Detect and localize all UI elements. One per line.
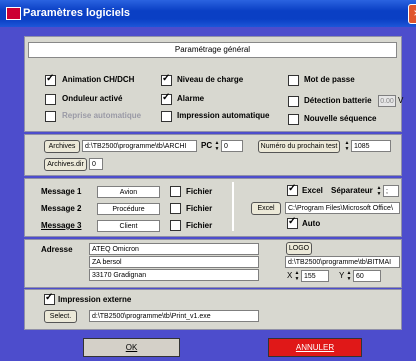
close-button[interactable]: × (408, 4, 416, 24)
next-test-spinner-icon[interactable]: ▲ ▼ (344, 140, 350, 152)
excel-label: Excel (302, 186, 323, 195)
nouvelle-sequence-checkbox[interactable] (288, 114, 299, 125)
address-line-2[interactable]: ZA bersol (89, 256, 259, 268)
reprise-checkbox[interactable] (45, 111, 56, 122)
cancel-button[interactable]: ANNULER (268, 338, 362, 357)
message-1-fichier-checkbox[interactable] (170, 186, 181, 197)
message-2-fichier-label: Fichier (186, 204, 213, 213)
logo-path-field[interactable]: d:\TB2500\programme\tb\BITMAI (285, 256, 400, 268)
message-3-field[interactable]: Client (97, 220, 160, 232)
archives-button[interactable]: Archives (44, 140, 80, 153)
message-1-field[interactable]: Avion (97, 186, 160, 198)
detection-checkbox[interactable] (288, 96, 299, 107)
archives-dir-button[interactable]: Archives.dir (44, 158, 87, 171)
alarme-label: Alarme (177, 94, 205, 103)
address-line-3[interactable]: 33170 Gradignan (89, 269, 259, 281)
x-field[interactable]: 155 (301, 270, 329, 282)
animation-checkbox[interactable] (45, 73, 56, 86)
mot-de-passe-label: Mot de passe (304, 75, 355, 84)
separator-label: Séparateur (331, 186, 373, 195)
y-label: Y (339, 271, 345, 280)
niveau-label: Niveau de charge (177, 75, 244, 84)
auto-checkbox[interactable] (287, 216, 298, 229)
message-1-label: Message 1 (41, 187, 82, 196)
message-2-label: Message 2 (41, 204, 82, 213)
message-3-label: Message 3 (41, 221, 81, 230)
pc-label: PC (201, 141, 213, 150)
message-2-field[interactable]: Procédure (97, 203, 160, 215)
message-3-label-text: Message 3 (41, 221, 82, 230)
app-icon (6, 7, 21, 20)
message-3-fichier-label: Fichier (186, 221, 213, 230)
impression-auto-checkbox[interactable] (161, 111, 172, 122)
settings-window: Paramètres logiciels × Paramétrage génér… (0, 0, 416, 361)
message-1-fichier-label: Fichier (186, 187, 213, 196)
x-spinner-icon[interactable]: ▲ ▼ (294, 270, 300, 282)
logo-button[interactable]: LOGO (286, 242, 312, 255)
title-bar: Paramètres logiciels × (0, 0, 416, 27)
pc-spinner-icon[interactable]: ▲ ▼ (214, 140, 220, 152)
niveau-checkbox[interactable] (161, 73, 172, 86)
animation-label: Animation CH/DCH (62, 75, 135, 84)
message-3-fichier-checkbox[interactable] (170, 220, 181, 231)
alarme-checkbox[interactable] (161, 92, 172, 105)
select-button[interactable]: Select. (44, 310, 77, 323)
next-test-field[interactable]: 1085 (351, 140, 391, 152)
detection-label: Détection batterie (304, 96, 372, 105)
onduleur-label: Onduleur activé (62, 94, 123, 103)
excel-checkbox[interactable] (287, 183, 298, 196)
messages-divider (232, 182, 234, 231)
archives-dir-field[interactable]: 0 (89, 158, 103, 170)
battery-unit: V (398, 96, 404, 105)
y-spinner-icon[interactable]: ▲ ▼ (346, 270, 352, 282)
next-test-button[interactable]: Numéro du prochain test (258, 140, 340, 153)
cancel-button-label: ANNULER (295, 343, 335, 352)
archive-path-field[interactable]: d:\TB2500\programme\tb\ARCHI (82, 140, 197, 152)
pc-field[interactable]: 0 (221, 140, 243, 152)
mot-de-passe-checkbox[interactable] (288, 75, 299, 86)
message-2-fichier-checkbox[interactable] (170, 203, 181, 214)
separator-field[interactable]: ; (383, 185, 399, 197)
nouvelle-sequence-label: Nouvelle séquence (304, 114, 377, 123)
impression-auto-label: Impression automatique (177, 111, 270, 120)
ok-button[interactable]: OK (83, 338, 180, 357)
address-label: Adresse (41, 245, 73, 254)
battery-field[interactable]: 0.00 (378, 95, 396, 107)
auto-label: Auto (302, 219, 321, 228)
excel-path-field[interactable]: C:\Program Files\Microsoft Office\ (285, 202, 400, 214)
print-path-field[interactable]: d:\TB2500\programme\tb\Print_v1.exe (89, 310, 259, 322)
ok-button-label: OK (125, 343, 138, 352)
address-line-1[interactable]: ATEQ Omicron (89, 243, 259, 255)
impression-externe-checkbox[interactable] (44, 292, 55, 305)
y-field[interactable]: 60 (353, 270, 381, 282)
impression-externe-label: Impression externe (58, 295, 132, 304)
excel-button[interactable]: Excel (251, 202, 281, 215)
separator-spinner-icon[interactable]: ▲ ▼ (376, 185, 382, 197)
general-header: Paramétrage général (28, 42, 397, 58)
x-label: X (287, 271, 293, 280)
window-title: Paramètres logiciels (23, 7, 131, 19)
onduleur-checkbox[interactable] (45, 94, 56, 105)
reprise-label: Reprise automatique (62, 111, 142, 120)
